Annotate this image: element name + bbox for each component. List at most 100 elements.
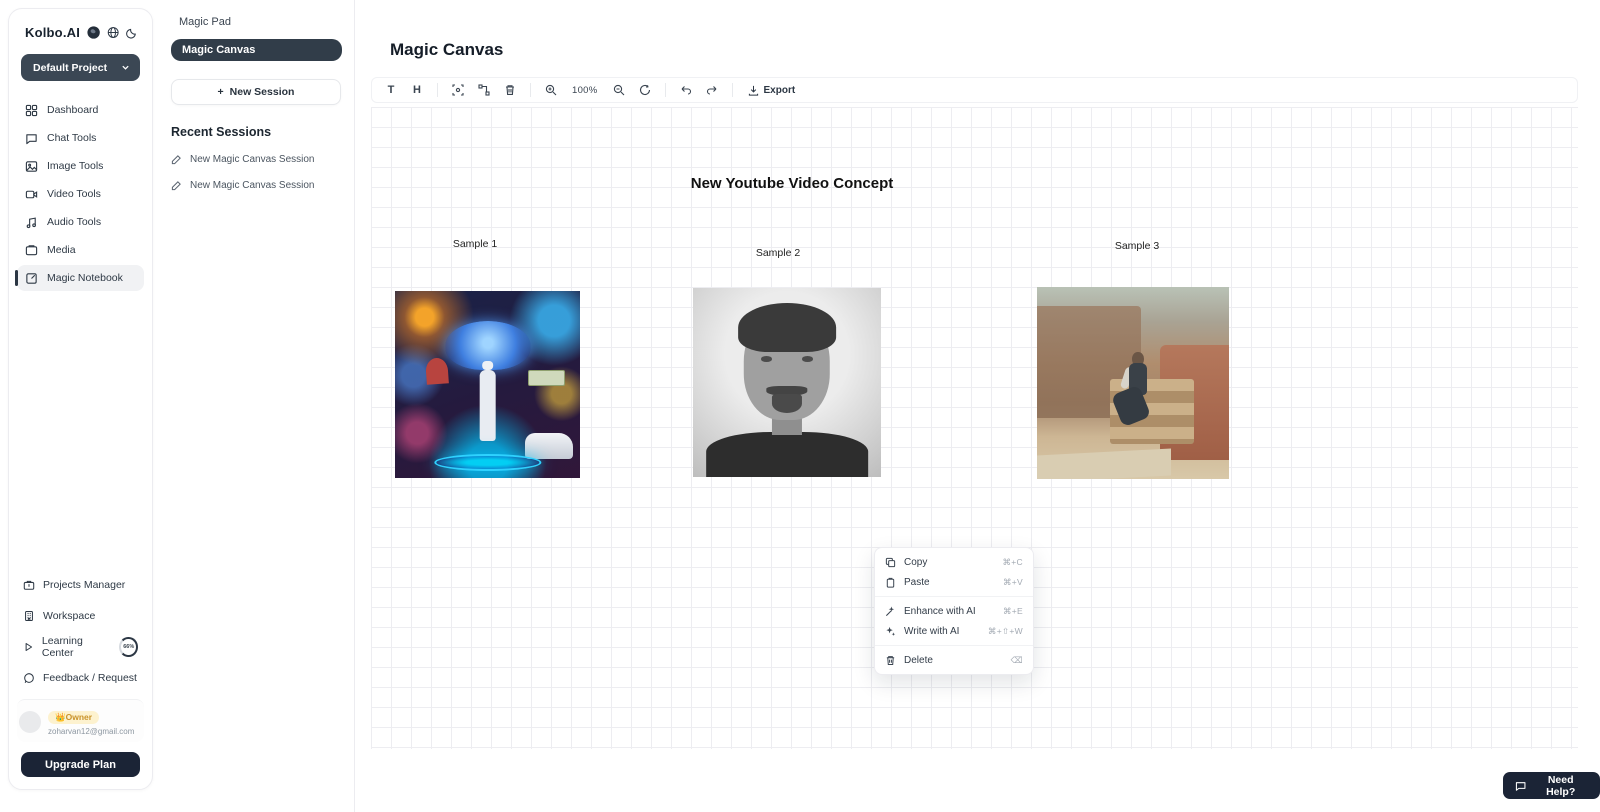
logo-row: Kolbo.AI xyxy=(17,21,144,40)
role-badge-label: Owner xyxy=(66,712,92,722)
trash-icon xyxy=(885,655,896,666)
sidebar-item-image-tools[interactable]: Image Tools xyxy=(17,153,144,179)
need-help-button[interactable]: Need Help? xyxy=(1503,772,1600,799)
session-label: New Magic Canvas Session xyxy=(190,154,315,165)
sidebar-item-label: Chat Tools xyxy=(47,132,96,144)
chevron-down-icon xyxy=(121,63,130,72)
zoom-in-icon xyxy=(545,84,557,96)
session-list-item[interactable]: New Magic Canvas Session xyxy=(171,180,342,191)
connector-tool-button[interactable] xyxy=(473,80,495,100)
sidebar-item-media[interactable]: Media xyxy=(17,237,144,263)
upgrade-plan-button[interactable]: Upgrade Plan xyxy=(21,752,140,777)
sample-2-image[interactable] xyxy=(693,288,881,477)
portrait-beard xyxy=(772,394,802,413)
sidebar-item-learning-center[interactable]: Learning Center 66% xyxy=(17,634,144,660)
sample-1-label[interactable]: Sample 1 xyxy=(453,238,497,250)
shortcut-hint: ⌘+V xyxy=(1003,577,1023,588)
portrait-eye xyxy=(761,356,772,362)
sidebar: Kolbo.AI Default Project Dashboard Chat … xyxy=(8,8,153,790)
app-logo: Kolbo.AI xyxy=(25,25,80,40)
sidebar-item-label: Feedback / Request xyxy=(43,672,137,684)
money-graphic xyxy=(528,370,565,387)
sidebar-item-label: Learning Center xyxy=(42,635,111,659)
shortcut-hint: ⌘+C xyxy=(1002,557,1023,568)
trash-icon xyxy=(504,84,516,96)
play-icon xyxy=(23,641,34,653)
sidebar-item-chat-tools[interactable]: Chat Tools xyxy=(17,125,144,151)
project-selector-label: Default Project xyxy=(33,62,107,74)
context-item-label: Delete xyxy=(904,655,933,666)
sidebar-item-dashboard[interactable]: Dashboard xyxy=(17,97,144,123)
context-item-label: Enhance with AI xyxy=(904,606,976,617)
pencil-icon xyxy=(171,154,182,165)
context-menu-paste[interactable]: Paste ⌘+V xyxy=(875,572,1033,592)
portrait-hair xyxy=(738,303,836,352)
magic-wand-icon xyxy=(885,606,896,617)
context-menu-copy[interactable]: Copy ⌘+C xyxy=(875,552,1033,572)
session-list-item[interactable]: New Magic Canvas Session xyxy=(171,154,342,165)
role-badge: 👑Owner xyxy=(48,711,99,724)
seated-man-graphic xyxy=(1125,352,1150,436)
context-menu-write-with-ai[interactable]: Write with AI ⌘+⇧+W xyxy=(875,621,1033,641)
export-button[interactable]: Export xyxy=(742,85,802,96)
toolbar-divider xyxy=(665,83,666,97)
language-globe-icon[interactable] xyxy=(107,26,119,39)
tab-magic-pad[interactable]: Magic Pad xyxy=(171,14,342,30)
context-menu-divider xyxy=(875,645,1033,646)
canvas-heading[interactable]: New Youtube Video Concept xyxy=(691,175,894,192)
sidebar-item-audio-tools[interactable]: Audio Tools xyxy=(17,209,144,235)
video-camera-icon xyxy=(25,188,38,201)
glow-platform-graphic xyxy=(434,454,541,471)
sidebar-nav: Dashboard Chat Tools Image Tools Video T… xyxy=(17,97,144,291)
sidebar-item-projects-manager[interactable]: Projects Manager xyxy=(17,572,144,598)
sidebar-spacer xyxy=(17,291,144,572)
text-tool-button[interactable]: T xyxy=(380,80,402,100)
context-menu-delete[interactable]: Delete ⌫ xyxy=(875,650,1033,670)
robot-graphic xyxy=(479,370,496,441)
delete-tool-button[interactable] xyxy=(499,80,521,100)
sidebar-item-workspace[interactable]: Workspace xyxy=(17,603,144,629)
reset-rotate-icon xyxy=(639,84,651,96)
feedback-bubble-icon xyxy=(23,672,35,684)
zoom-out-button[interactable] xyxy=(608,80,630,100)
sidebar-item-magic-notebook[interactable]: Magic Notebook xyxy=(17,265,144,291)
car-graphic xyxy=(525,433,573,459)
sidebar-item-label: Projects Manager xyxy=(43,579,125,591)
heading-tool-button[interactable]: H xyxy=(406,80,428,100)
sample-3-image[interactable] xyxy=(1037,287,1229,479)
ai-select-tool-button[interactable] xyxy=(447,80,469,100)
zoom-level: 100% xyxy=(566,85,604,96)
page-title: Magic Canvas xyxy=(390,40,503,60)
undo-button[interactable] xyxy=(675,80,697,100)
undo-icon xyxy=(680,84,692,96)
redo-button[interactable] xyxy=(701,80,723,100)
sample-3-label[interactable]: Sample 3 xyxy=(1115,240,1159,252)
copy-icon xyxy=(885,557,896,568)
zoom-in-button[interactable] xyxy=(540,80,562,100)
sidebar-footer-nav: Projects Manager Workspace Learning Cent… xyxy=(17,572,144,691)
redo-icon xyxy=(706,84,718,96)
portrait-eye xyxy=(802,356,813,362)
reset-view-button[interactable] xyxy=(634,80,656,100)
notebook-icon xyxy=(25,272,38,285)
context-menu-enhance-with-ai[interactable]: Enhance with AI ⌘+E xyxy=(875,601,1033,621)
sample-1-image[interactable] xyxy=(395,291,580,478)
context-menu: Copy ⌘+C Paste ⌘+V Enhance with AI ⌘+E W… xyxy=(874,547,1034,675)
tab-magic-canvas[interactable]: Magic Canvas xyxy=(171,39,342,61)
session-label: New Magic Canvas Session xyxy=(190,180,315,191)
sample-2-label[interactable]: Sample 2 xyxy=(756,247,800,259)
context-item-label: Copy xyxy=(904,557,927,568)
image-icon xyxy=(25,160,38,173)
user-account-row[interactable]: 👑Owner zoharvan12@gmail.com xyxy=(17,699,144,742)
new-session-button[interactable]: + New Session xyxy=(171,79,341,105)
sidebar-item-video-tools[interactable]: Video Tools xyxy=(17,181,144,207)
sidebar-item-feedback[interactable]: Feedback / Request xyxy=(17,665,144,691)
sidebar-item-label: Workspace xyxy=(43,610,95,622)
brain-logo-icon xyxy=(86,25,101,40)
user-info: 👑Owner zoharvan12@gmail.com xyxy=(48,707,134,736)
music-note-icon xyxy=(25,216,38,229)
new-session-label: New Session xyxy=(230,86,295,98)
dark-mode-moon-icon[interactable] xyxy=(126,26,138,39)
briefcase-icon xyxy=(23,579,35,591)
project-selector[interactable]: Default Project xyxy=(21,54,140,81)
